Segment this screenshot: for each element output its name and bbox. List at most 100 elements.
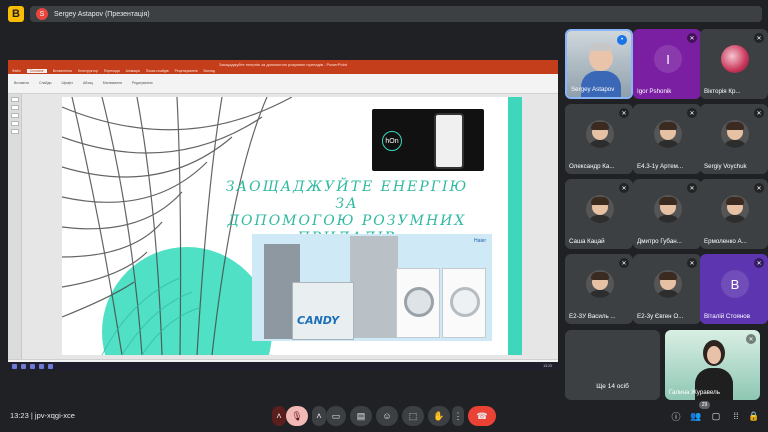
ppt-ribbon-group[interactable]: Редагування <box>132 81 153 86</box>
participant-avatar <box>586 120 614 148</box>
participant-name: Igor Pshonik <box>637 88 672 95</box>
participant-avatar <box>721 120 749 148</box>
participant-name: Ермоленко А... <box>704 238 747 245</box>
video-options-button[interactable]: ˄ <box>312 406 326 426</box>
leave-call-button[interactable]: ☎ <box>468 406 496 426</box>
taskbar-app-icon <box>12 363 17 369</box>
emoji-reaction-button[interactable]: ☺ <box>376 406 398 426</box>
teal-side-bar <box>508 97 522 355</box>
ppt-ribbon-tab[interactable]: Конструктор <box>78 69 98 73</box>
ppt-ribbon-tab[interactable]: Анімація <box>126 69 140 73</box>
ppt-ribbon-tab[interactable]: Показ слайдів <box>146 69 169 73</box>
raise-hand-button[interactable]: ✋ <box>428 406 450 426</box>
captions-button[interactable]: ▤ <box>350 406 372 426</box>
ppt-ribbon-group[interactable]: Малювання <box>103 81 122 86</box>
lock-person-icon: 🔒 <box>748 410 760 421</box>
participant-tile[interactable]: I ✕ Igor Pshonik <box>633 29 701 99</box>
slide-title-line: ЗАОЩАДЖУЙТЕ ЕНЕРГІЮ ЗА <box>225 179 469 212</box>
participant-avatar <box>654 270 682 298</box>
participant-tile[interactable]: ✕ Саша Кацай <box>565 179 633 249</box>
ppt-ribbon-group[interactable]: Слайди <box>39 81 51 86</box>
participant-name: Е2-3У Василь ... <box>569 313 616 320</box>
participant-name: Віталій Стоянов <box>704 313 751 320</box>
participant-name: Е2-3у Євген О... <box>637 313 684 320</box>
chat-button[interactable]: ▢ <box>708 408 724 424</box>
participant-tile[interactable]: ✕ Дмитро Губан... <box>633 179 701 249</box>
slide-thumbnails <box>8 94 22 359</box>
ppt-ribbon-tab[interactable]: Рецензування <box>175 69 198 73</box>
meeting-info: 13:23 | jpv-xqgi-xce <box>10 411 75 420</box>
ppt-ribbon-tab[interactable]: Основне <box>26 69 47 73</box>
ppt-ribbon-group[interactable]: Вставити <box>14 81 29 86</box>
participant-name: Дмитро Губан... <box>637 238 682 245</box>
participant-tile[interactable]: ✕ Е4.3-1у Артем... <box>633 104 701 174</box>
participant-tile[interactable]: ✕ Е2-3у Євген О... <box>633 254 701 324</box>
participant-tile[interactable]: ✕ Ермоленко А... <box>700 179 768 249</box>
camera-icon: ▭ <box>331 410 341 421</box>
participant-name: Олександр Ка... <box>569 163 615 170</box>
self-view-tile[interactable]: ✕ Галина Журавель <box>665 330 760 400</box>
ppt-workspace: hOn ЗАОЩАДЖУЙТЕ ЕНЕРГІЮ ЗА ДОПОМОГОЮ РОЗ… <box>8 94 558 359</box>
people-button[interactable]: 👥 <box>688 408 704 424</box>
participant-tile[interactable]: В ✕ Віталій Стоянов <box>700 254 768 324</box>
shared-screen: Заощаджуйте енергію за допомогою розумни… <box>8 60 558 370</box>
info-icon: ⓘ <box>671 411 681 422</box>
ppt-ribbon-tab[interactable]: Вигляд <box>204 69 215 73</box>
participant-tile[interactable]: ✕ Е2-3У Василь ... <box>565 254 633 324</box>
mic-off-icon: ✕ <box>754 33 764 43</box>
others-tile[interactable]: Ще 14 осіб <box>565 330 660 400</box>
ppt-window-title: Заощаджуйте енергію за допомогою розумни… <box>219 61 347 67</box>
hon-app-image: hOn <box>372 109 484 171</box>
phone-image <box>434 113 464 169</box>
camera-toggle-button[interactable]: ▭ <box>326 406 346 426</box>
presenter-banner[interactable]: S Sergey Astapov (Презентація) <box>30 6 762 22</box>
microphone-toggle-button[interactable]: 🎙 <box>286 406 308 426</box>
host-controls-button[interactable]: 🔒 <box>746 408 762 424</box>
participant-tile[interactable]: ✕ Вікторія Кр... <box>700 29 768 99</box>
slide-thumbnail <box>11 121 19 126</box>
mic-off-icon: ✕ <box>687 108 697 118</box>
hon-logo: hOn <box>382 131 402 151</box>
present-screen-button[interactable]: ⬚ <box>402 406 424 426</box>
taskbar-app-icon <box>39 363 44 369</box>
hand-icon: ✋ <box>433 410 445 421</box>
participant-tile[interactable]: • Sergey Astapov <box>565 29 633 99</box>
apps-icon: ⁞⁞ <box>733 411 739 421</box>
candy-logo: CANDY <box>297 314 340 327</box>
participant-initial: I <box>654 45 682 73</box>
dishwasher-image <box>292 282 354 340</box>
taskbar-app-icon <box>48 363 53 369</box>
ppt-ribbon-tab[interactable]: Файл <box>12 69 21 73</box>
present-icon: ⬚ <box>408 410 418 421</box>
mic-off-icon: 🎙 <box>291 410 303 421</box>
participant-name: Sergey Astapov <box>571 86 615 93</box>
ppt-ribbon-tab[interactable]: Переходи <box>104 69 120 73</box>
taskbar-app-icon <box>21 363 26 369</box>
activities-button[interactable]: ⁞⁞ <box>728 408 744 424</box>
chevron-up-icon: ˄ <box>316 411 322 421</box>
presenter-avatar: S <box>36 8 48 20</box>
audio-options-button[interactable]: ˄ <box>272 406 286 426</box>
slide-thumbnail <box>11 113 19 118</box>
windows-taskbar: 13:23 <box>8 362 558 370</box>
participant-tile[interactable]: ✕ Олександр Ка... <box>565 104 633 174</box>
slide-canvas: hOn ЗАОЩАДЖУЙТЕ ЕНЕРГІЮ ЗА ДОПОМОГОЮ РОЗ… <box>62 97 522 355</box>
mic-off-icon: ✕ <box>754 183 764 193</box>
mic-off-icon: ✕ <box>754 108 764 118</box>
top-bar: B S Sergey Astapov (Презентація) <box>0 0 768 28</box>
presenter-label: Sergey Astapov (Презентація) <box>54 10 150 18</box>
meeting-details-button[interactable]: ⓘ <box>668 408 684 424</box>
participant-avatar <box>721 195 749 223</box>
ppt-ribbon-group[interactable]: Абзац <box>83 81 93 86</box>
hang-up-icon: ☎ <box>476 410 488 421</box>
mic-off-icon: ✕ <box>619 258 629 268</box>
participant-avatar <box>586 195 614 223</box>
participant-tile[interactable]: ✕ Sergiy Voychuk <box>700 104 768 174</box>
mic-off-icon: ✕ <box>746 334 756 344</box>
mic-off-icon: ✕ <box>687 183 697 193</box>
more-options-button[interactable]: ⋮ <box>452 406 464 426</box>
ppt-ribbon-tab[interactable]: Вставлення <box>53 69 72 73</box>
participant-avatar <box>586 270 614 298</box>
more-vert-icon: ⋮ <box>453 410 463 421</box>
ppt-ribbon-group[interactable]: Шрифт <box>61 81 73 86</box>
